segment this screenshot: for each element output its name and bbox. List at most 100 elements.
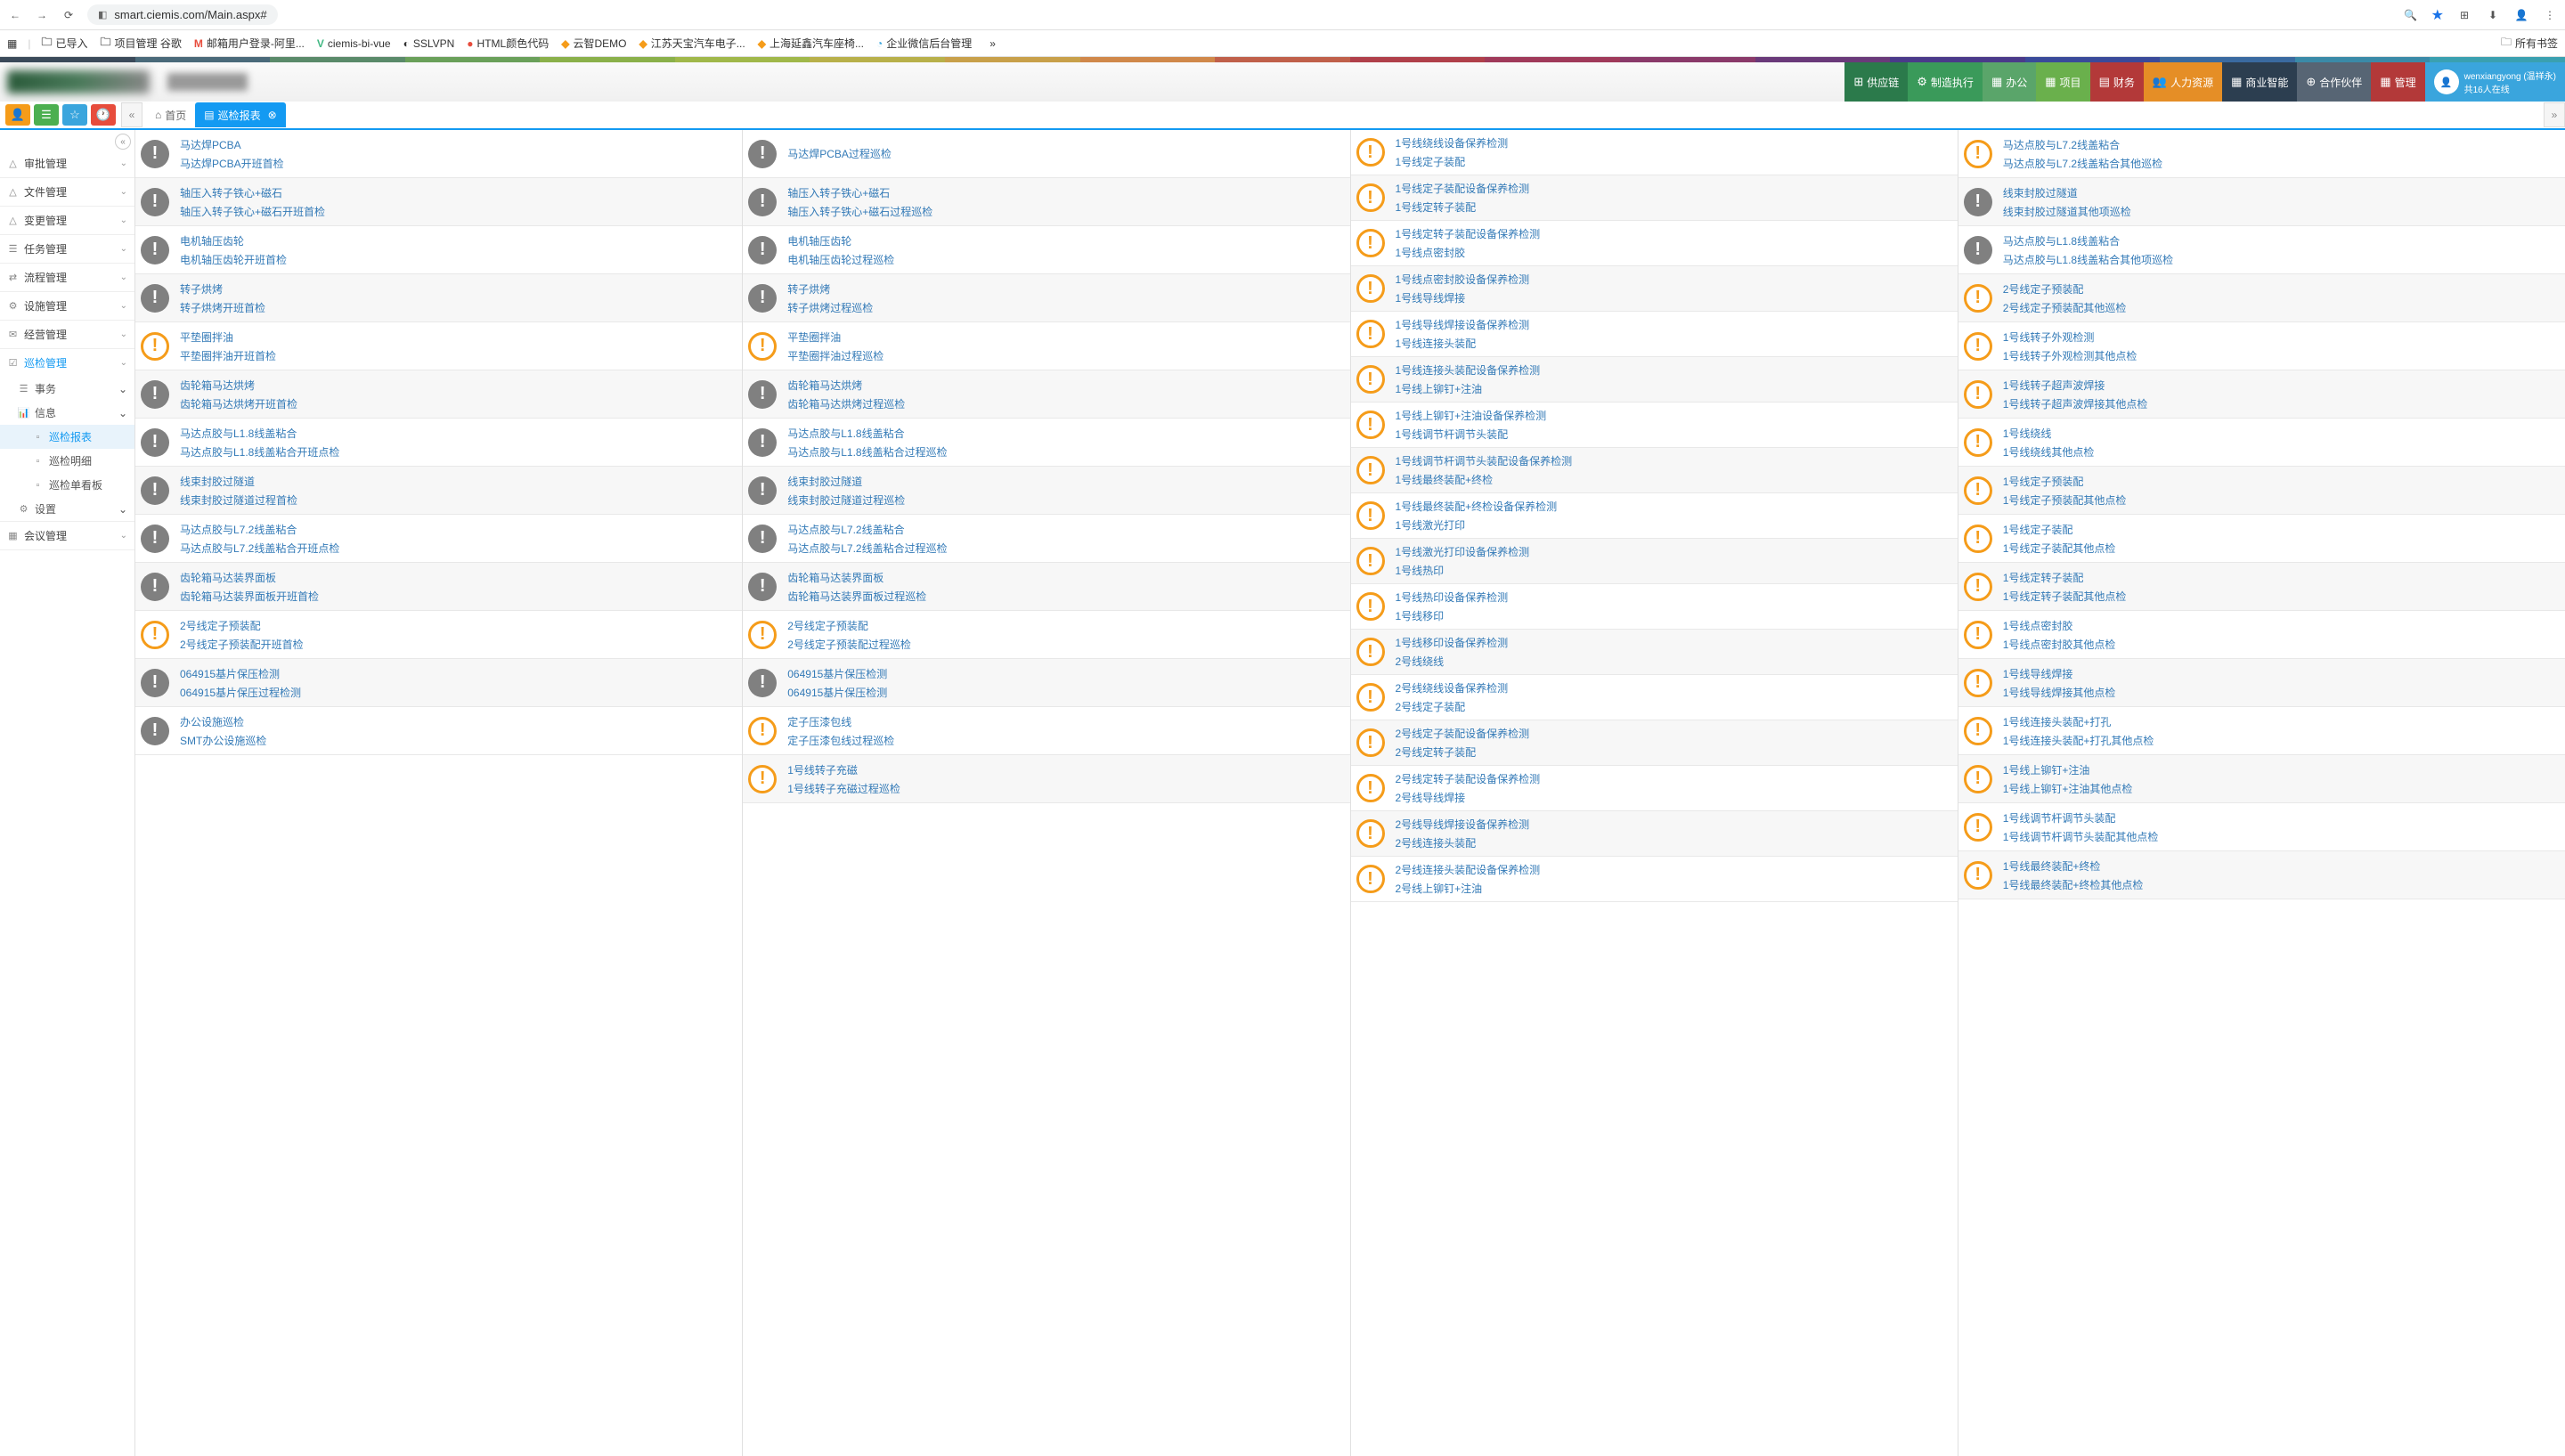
- card-link[interactable]: 1号线转子超声波焊接其他点检: [2003, 395, 2560, 413]
- card-link[interactable]: 马达点胶与L7.2线盖粘合: [180, 520, 737, 539]
- sidebar-group-0[interactable]: △审批管理⌄: [0, 150, 134, 177]
- menu-icon[interactable]: ⋮: [2542, 7, 2558, 23]
- card-link[interactable]: 1号线转子充磁: [787, 761, 1344, 779]
- card-link[interactable]: 马达点胶与L7.2线盖粘合其他巡检: [2003, 154, 2560, 173]
- site-info-icon[interactable]: ◧: [98, 9, 107, 20]
- card-link[interactable]: 1号线定子预装配: [2003, 472, 2560, 491]
- card-link[interactable]: 2号线定转子装配设备保养检测: [1396, 769, 1952, 788]
- header-menu-8[interactable]: ▦管理: [2371, 62, 2424, 102]
- card-link[interactable]: 齿轮箱马达装界面板开班首检: [180, 587, 737, 606]
- card-link[interactable]: 转子烘烤开班首检: [180, 298, 737, 317]
- card-link[interactable]: 齿轮箱马达装界面板: [787, 568, 1344, 587]
- card-link[interactable]: 2号线定子装配: [1396, 697, 1952, 716]
- bookmark-star-icon[interactable]: ★: [2431, 6, 2444, 24]
- sidebar-group-8[interactable]: ▦会议管理⌄: [0, 522, 134, 549]
- card-link[interactable]: 1号线移印设备保养检测: [1396, 633, 1952, 652]
- card-link[interactable]: 1号线调节杆调节头装配设备保养检测: [1396, 451, 1952, 470]
- card-link[interactable]: 1号线定转子装配设备保养检测: [1396, 224, 1952, 243]
- card-link[interactable]: 马达点胶与L7.2线盖粘合过程巡检: [787, 539, 1344, 557]
- card-link[interactable]: 1号线点密封胶: [2003, 616, 2560, 635]
- card-link[interactable]: 1号线定转子装配: [1396, 198, 1952, 216]
- header-menu-4[interactable]: ▤财务: [2090, 62, 2144, 102]
- card-link[interactable]: 转子烘烤: [787, 280, 1344, 298]
- sidebar-sub-1[interactable]: 📊信息⌄: [0, 401, 134, 425]
- card-link[interactable]: 1号线定子装配: [2003, 520, 2560, 539]
- sidebar-item-2[interactable]: ▫巡检单看板: [0, 473, 134, 497]
- card-link[interactable]: 1号线定转子装配其他点检: [2003, 587, 2560, 606]
- card-link[interactable]: 1号线定子装配设备保养检测: [1396, 179, 1952, 198]
- card-link[interactable]: 马达点胶与L1.8线盖粘合: [787, 424, 1344, 443]
- card-link[interactable]: 1号线上铆钉+注油: [1396, 379, 1952, 398]
- card-link[interactable]: 平垫圈拌油开班首检: [180, 346, 737, 365]
- card-link[interactable]: 1号线上铆钉+注油设备保养检测: [1396, 406, 1952, 425]
- header-menu-6[interactable]: ▦商业智能: [2222, 62, 2297, 102]
- card-link[interactable]: 线束封胶过隧道过程巡检: [787, 491, 1344, 509]
- bookmark-item[interactable]: V ciemis-bi-vue: [317, 37, 391, 50]
- card-link[interactable]: 马达点胶与L1.8线盖粘合开班点检: [180, 443, 737, 461]
- header-menu-0[interactable]: ⊞供应链: [1844, 62, 1908, 102]
- card-link[interactable]: 1号线激光打印: [1396, 516, 1952, 534]
- card-link[interactable]: 齿轮箱马达烘烤过程巡检: [787, 395, 1344, 413]
- sidebar-group-3[interactable]: ☰任务管理⌄: [0, 235, 134, 263]
- card-link[interactable]: 轴压入转子铁心+磁石开班首检: [180, 202, 737, 221]
- bookmark-item[interactable]: 🗀 项目管理 谷歌: [101, 34, 182, 53]
- card-link[interactable]: 064915基片保压检测: [180, 664, 737, 683]
- card-link[interactable]: 轴压入转子铁心+磁石: [180, 183, 737, 202]
- card-link[interactable]: 办公设施巡检: [180, 712, 737, 731]
- profile-icon[interactable]: 👤: [2513, 7, 2529, 23]
- tool-btn-2[interactable]: ☰: [34, 104, 59, 126]
- zoom-icon[interactable]: 🔍: [2403, 7, 2419, 23]
- card-link[interactable]: 马达焊PCBA过程巡检: [787, 144, 1344, 163]
- card-link[interactable]: 1号线最终装配+终检: [1396, 470, 1952, 489]
- tool-btn-3[interactable]: ☆: [62, 104, 87, 126]
- card-link[interactable]: 1号线连接头装配+打孔其他点检: [2003, 731, 2560, 750]
- header-menu-2[interactable]: ▦办公: [1983, 62, 2036, 102]
- card-link[interactable]: 2号线绕线: [1396, 652, 1952, 671]
- card-link[interactable]: 马达点胶与L7.2线盖粘合: [2003, 135, 2560, 154]
- card-link[interactable]: 1号线转子外观检测: [2003, 328, 2560, 346]
- sidebar-group-1[interactable]: △文件管理⌄: [0, 178, 134, 206]
- card-link[interactable]: 1号线导线焊接其他点检: [2003, 683, 2560, 702]
- card-link[interactable]: 齿轮箱马达烘烤: [787, 376, 1344, 395]
- card-link[interactable]: 1号线最终装配+终检设备保养检测: [1396, 497, 1952, 516]
- tab-next[interactable]: »: [2544, 102, 2565, 127]
- card-link[interactable]: 轴压入转子铁心+磁石过程巡检: [787, 202, 1344, 221]
- sidebar-group-7[interactable]: ☑巡检管理⌄: [0, 349, 134, 377]
- header-menu-5[interactable]: 👥人力资源: [2144, 62, 2222, 102]
- card-link[interactable]: 1号线上铆钉+注油其他点检: [2003, 779, 2560, 798]
- back-icon[interactable]: ←: [7, 7, 23, 23]
- bookmark-overflow[interactable]: »: [989, 37, 996, 50]
- card-link[interactable]: 2号线上铆钉+注油: [1396, 879, 1952, 898]
- download-icon[interactable]: ⬇: [2485, 7, 2501, 23]
- card-link[interactable]: 1号线调节杆调节头装配: [2003, 809, 2560, 827]
- card-link[interactable]: 064915基片保压过程检测: [180, 683, 737, 702]
- card-link[interactable]: 1号线导线焊接: [2003, 664, 2560, 683]
- card-link[interactable]: 平垫圈拌油过程巡检: [787, 346, 1344, 365]
- card-link[interactable]: 线束封胶过隧道: [787, 472, 1344, 491]
- card-link[interactable]: 2号线定子预装配其他巡检: [2003, 298, 2560, 317]
- card-link[interactable]: 2号线连接头装配设备保养检测: [1396, 860, 1952, 879]
- card-link[interactable]: 齿轮箱马达装界面板过程巡检: [787, 587, 1344, 606]
- card-link[interactable]: 1号线定子装配: [1396, 152, 1952, 171]
- card-link[interactable]: 转子烘烤: [180, 280, 737, 298]
- card-link[interactable]: 马达点胶与L1.8线盖粘合: [180, 424, 737, 443]
- card-link[interactable]: 马达点胶与L7.2线盖粘合: [787, 520, 1344, 539]
- card-link[interactable]: 1号线最终装配+终检: [2003, 857, 2560, 875]
- card-link[interactable]: 转子烘烤过程巡检: [787, 298, 1344, 317]
- user-block[interactable]: 👤 wenxiangyong (温祥永) 共16人在线: [2425, 62, 2565, 102]
- header-menu-7[interactable]: ⊕合作伙伴: [2297, 62, 2371, 102]
- card-link[interactable]: 电机轴压齿轮: [180, 232, 737, 250]
- card-link[interactable]: 064915基片保压检测: [787, 664, 1344, 683]
- address-bar[interactable]: ◧ smart.ciemis.com/Main.aspx#: [87, 4, 278, 25]
- card-link[interactable]: 2号线定子预装配: [787, 616, 1344, 635]
- card-link[interactable]: 1号线连接头装配: [1396, 334, 1952, 353]
- tab-1[interactable]: ▤巡检报表⊗: [195, 102, 285, 127]
- tab-prev[interactable]: «: [121, 102, 142, 127]
- card-link[interactable]: 1号线定子预装配其他点检: [2003, 491, 2560, 509]
- sidebar-sub-0[interactable]: ☰事务⌄: [0, 377, 134, 401]
- sidebar-group-5[interactable]: ⚙设施管理⌄: [0, 292, 134, 320]
- tool-btn-1[interactable]: 👤: [5, 104, 30, 126]
- card-link[interactable]: 1号线转子充磁过程巡检: [787, 779, 1344, 798]
- card-link[interactable]: 1号线定转子装配: [2003, 568, 2560, 587]
- card-link[interactable]: 1号线绕线其他点检: [2003, 443, 2560, 461]
